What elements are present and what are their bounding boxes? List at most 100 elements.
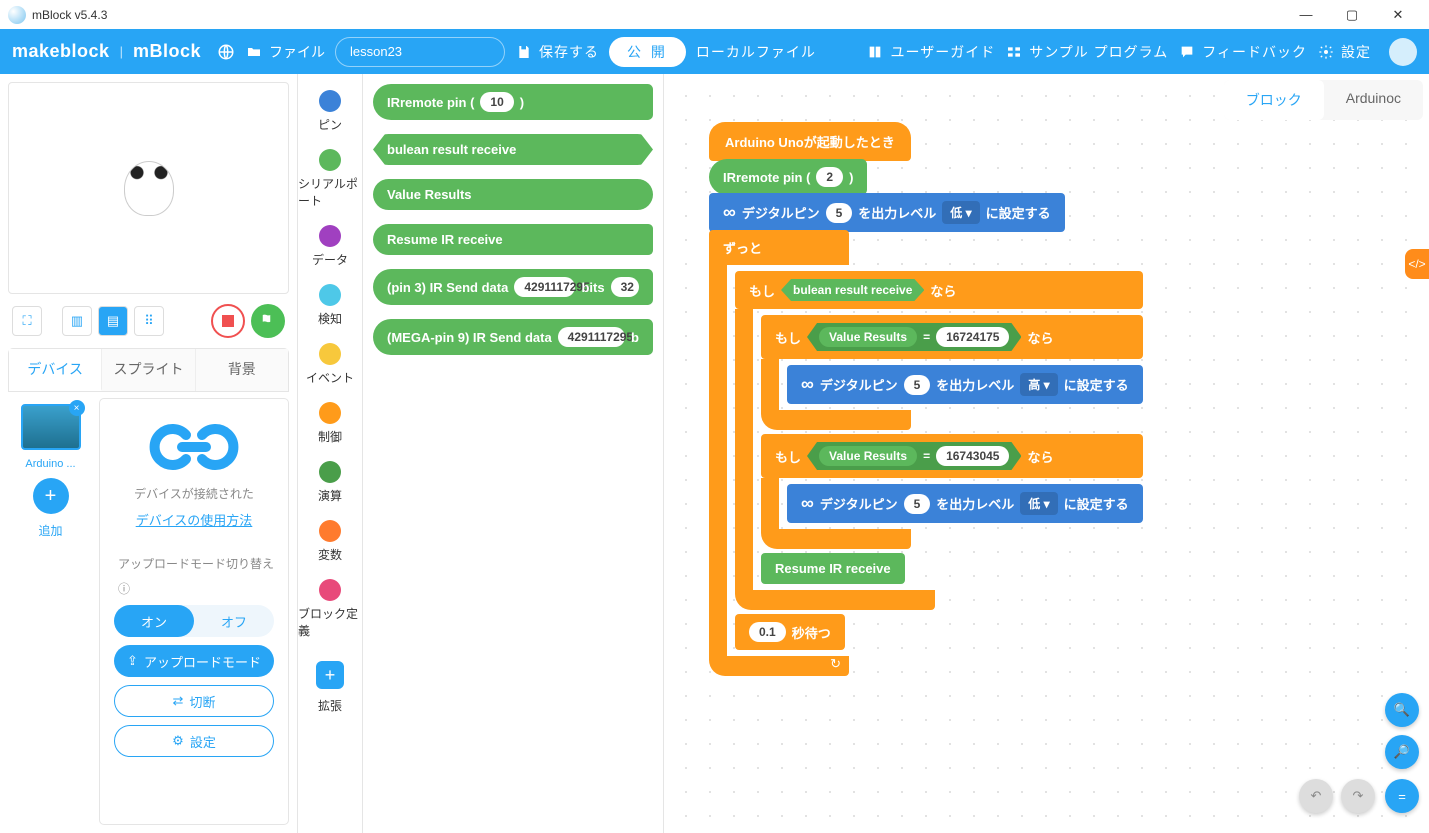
layout-medium-button[interactable]: ▤ [98, 306, 128, 336]
tab-blocks[interactable]: ブロック [1224, 80, 1324, 120]
palette-irremote-pin-block[interactable]: IRremote pin ( 10 ) [373, 84, 653, 120]
stop-button[interactable] [211, 304, 245, 338]
upload-mode-button[interactable]: ⇪ アップロードモード [114, 645, 274, 677]
connected-label: デバイスが接続された [134, 485, 254, 502]
tab-sprite[interactable]: スプライト [102, 349, 195, 391]
palette-mega-send-block[interactable]: (MEGA-pin 9) IR Send data 4291117295 b [373, 319, 653, 355]
cat-variables[interactable]: 変数 [298, 514, 362, 569]
blk-slot[interactable]: 2 [816, 167, 843, 187]
local-file-link[interactable]: ローカルファイル [696, 42, 816, 62]
blk-slot[interactable]: 5 [904, 375, 931, 395]
stage[interactable] [8, 82, 289, 294]
zoom-out-button[interactable]: 🔎 [1385, 735, 1419, 769]
disconnect-label: 切断 [189, 692, 215, 711]
blk-slot[interactable]: 16724175 [936, 327, 1009, 347]
blk-slot[interactable]: 16743045 [936, 446, 1009, 466]
cat-pin[interactable]: ピン [298, 84, 362, 139]
equals-operator[interactable]: Value Results = 16743045 [807, 442, 1021, 470]
howto-link[interactable]: デバイスの使用方法 [136, 510, 253, 529]
add-device-button[interactable]: + [33, 478, 69, 514]
cat-sensing[interactable]: 検知 [298, 278, 362, 333]
tab-background[interactable]: 背景 [196, 349, 288, 391]
save-button[interactable]: 保存する [515, 42, 599, 62]
remove-device-icon[interactable]: × [69, 400, 85, 416]
avatar[interactable] [1389, 38, 1417, 66]
set-pin-low-block-inner[interactable]: ∞ デジタルピン 5 を出力レベル 低 ▾ に設定する [787, 484, 1143, 523]
value-results-reporter[interactable]: Value Results [819, 446, 917, 466]
value-results-reporter[interactable]: Value Results [819, 327, 917, 347]
palette-pin3-send-block[interactable]: (pin 3) IR Send data 4291117295 bits 32 [373, 269, 653, 305]
palette-bool-receive-block[interactable]: bulean result receive [373, 134, 653, 165]
cat-control[interactable]: 制御 [298, 396, 362, 451]
redo-button[interactable]: ↷ [1341, 779, 1375, 813]
script-stack[interactable]: Arduino Unoが起動したとき IRremote pin ( 2 ) ∞ … [709, 124, 1143, 676]
category-column: ピン シリアルポート データ 検知 イベント 制御 演算 変数 ブロック定義 +… [297, 74, 363, 833]
device-settings-button[interactable]: ⚙ 設定 [114, 725, 274, 757]
forever-block[interactable]: ずっと もし bulean result receive なら [709, 230, 1143, 676]
zoom-in-button[interactable]: 🔍 [1385, 693, 1419, 727]
set-pin-high-block[interactable]: ∞ デジタルピン 5 を出力レベル 高 ▾ に設定する [787, 365, 1143, 404]
cat-data[interactable]: データ [298, 219, 362, 274]
cat-serial[interactable]: シリアルポート [298, 143, 362, 215]
cat-events[interactable]: イベント [298, 337, 362, 392]
blk-slot[interactable]: 4291117295 [514, 277, 575, 297]
file-menu[interactable]: ファイル [245, 42, 325, 62]
toggle-on[interactable]: オン [114, 605, 194, 637]
if-value2-block[interactable]: もし Value Results = 16743045 なら [761, 434, 1143, 549]
info-icon[interactable]: ⓘ [108, 580, 130, 597]
level-dropdown[interactable]: 低 ▾ [1020, 492, 1057, 515]
palette-resume-ir-block[interactable]: Resume IR receive [373, 224, 653, 255]
tab-arduino-code[interactable]: Arduinoc [1324, 80, 1423, 120]
feedback-link[interactable]: フィードバック [1178, 42, 1307, 62]
globe-icon[interactable] [217, 43, 235, 61]
hat-arduino-start-block[interactable]: Arduino Unoが起動したとき [709, 122, 911, 161]
device-thumb-arduino[interactable]: × [21, 404, 81, 450]
infinity-icon: ∞ [801, 493, 814, 514]
toggle-off[interactable]: オフ [194, 605, 274, 637]
level-dropdown[interactable]: 低 ▾ [942, 201, 979, 224]
fullscreen-button[interactable]: ⛶ [12, 306, 42, 336]
level-dropdown[interactable]: 高 ▾ [1020, 373, 1057, 396]
recenter-button[interactable]: = [1385, 779, 1419, 813]
upload-mode-label: アップロードモード切り替え [108, 555, 274, 572]
user-guide-link[interactable]: ユーザーガイド [866, 42, 995, 62]
close-button[interactable]: ✕ [1375, 0, 1421, 29]
upload-mode-toggle[interactable]: オン オフ [114, 605, 274, 637]
samples-link[interactable]: サンプル プログラム [1005, 42, 1168, 62]
unlink-icon: ⇄ [173, 693, 184, 709]
undo-button[interactable]: ↶ [1299, 779, 1333, 813]
layout-small-button[interactable]: ▥ [62, 306, 92, 336]
cat-myblocks[interactable]: ブロック定義 [298, 573, 362, 645]
disconnect-button[interactable]: ⇄ 切断 [114, 685, 274, 717]
blk-slot[interactable]: 5 [904, 494, 931, 514]
layout-grid-button[interactable]: ⠿ [134, 306, 164, 336]
block-palette[interactable]: IRremote pin ( 10 ) bulean result receiv… [363, 74, 664, 833]
wait-block[interactable]: 0.1 秒待つ [735, 614, 845, 650]
script-set-pin-low-block[interactable]: ∞ デジタルピン 5 を出力レベル 低 ▾ に設定する [709, 193, 1065, 232]
if-value1-block[interactable]: もし Value Results = 16724175 なら [761, 315, 1143, 430]
extensions-button[interactable]: + [316, 661, 344, 689]
palette-value-results-block[interactable]: Value Results [373, 179, 653, 210]
script-irremote-pin-block[interactable]: IRremote pin ( 2 ) [709, 159, 867, 195]
green-flag-button[interactable] [251, 304, 285, 338]
tab-device[interactable]: デバイス [9, 349, 102, 391]
script-canvas[interactable]: ブロック Arduinoc </> Arduino Unoが起動したとき IRr… [664, 74, 1429, 833]
maximize-button[interactable]: ▢ [1329, 0, 1375, 29]
blk-slot[interactable]: 32 [611, 277, 639, 297]
code-side-tab[interactable]: </> [1405, 249, 1429, 279]
cat-operators[interactable]: 演算 [298, 455, 362, 510]
publish-button[interactable]: 公 開 [609, 37, 686, 67]
equals-operator[interactable]: Value Results = 16724175 [807, 323, 1021, 351]
blk-slot[interactable]: 0.1 [749, 622, 786, 642]
blk-slot[interactable]: 10 [480, 92, 513, 112]
app-icon [8, 6, 26, 24]
blk-close: ) [520, 95, 524, 110]
blk-slot[interactable]: 4291117295 [558, 327, 625, 347]
bool-recv-slot[interactable]: bulean result receive [781, 279, 924, 301]
if-bool-recv-block[interactable]: もし bulean result receive なら もし Value Res… [735, 271, 1143, 610]
minimize-button[interactable]: — [1283, 0, 1329, 29]
settings-link[interactable]: 設定 [1317, 42, 1371, 62]
blk-slot[interactable]: 5 [826, 203, 853, 223]
resume-ir-block[interactable]: Resume IR receive [761, 553, 905, 584]
project-name-input[interactable] [335, 37, 505, 67]
